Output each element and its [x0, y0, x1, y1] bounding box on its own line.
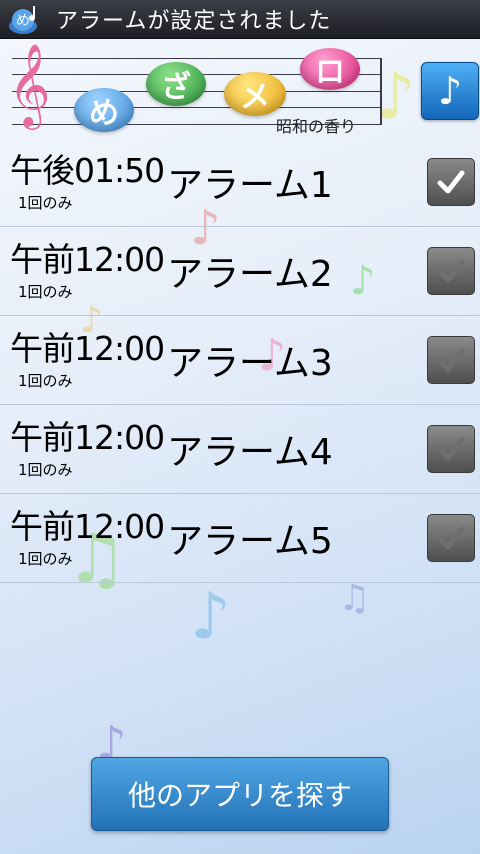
alarm-time: 午前12:00: [10, 418, 165, 457]
alarm-time: 午前12:00: [10, 507, 165, 546]
alarm-repeat: 1回のみ: [18, 194, 73, 212]
check-icon: [437, 170, 465, 194]
alarm-row[interactable]: 午前12:00 1回のみ アラーム3: [0, 316, 480, 405]
alarm-name: アラーム5: [167, 521, 333, 562]
alarm-enable-checkbox[interactable]: [427, 514, 475, 562]
music-note-icon: ♪: [437, 69, 463, 113]
alarm-time: 午前12:00: [10, 240, 165, 279]
music-note-icon: ♫: [338, 578, 371, 619]
music-button[interactable]: ♪: [421, 62, 479, 120]
app-header: 𝄞 め ざ メ ロ 昭和の香り ♪: [0, 38, 480, 138]
svg-text:め: め: [16, 13, 30, 29]
music-note-icon: ♪: [190, 580, 231, 654]
logo-char-me: め: [74, 88, 134, 132]
alarm-repeat: 1回のみ: [18, 372, 73, 390]
alarm-enable-checkbox[interactable]: [427, 336, 475, 384]
alarm-list: 午後01:50 1回のみ アラーム1 午前12:00 1回のみ アラーム2 午前…: [0, 138, 480, 583]
alarm-repeat: 1回のみ: [18, 461, 73, 479]
alarm-name: アラーム4: [167, 432, 333, 473]
title-bar: め アラームが設定されました: [0, 0, 480, 39]
check-icon: [437, 526, 465, 550]
check-icon: [437, 437, 465, 461]
alarm-repeat: 1回のみ: [18, 550, 73, 568]
alarm-enable-checkbox[interactable]: [427, 247, 475, 295]
logo-char-me-katakana: メ: [224, 72, 286, 116]
check-icon: [437, 259, 465, 283]
app-subtitle: 昭和の香り: [276, 117, 357, 136]
alarm-enable-checkbox[interactable]: [427, 158, 475, 206]
treble-clef-icon: 𝄞: [8, 42, 51, 126]
alarm-enable-checkbox[interactable]: [427, 425, 475, 473]
find-other-apps-button[interactable]: 他のアプリを探す: [91, 757, 389, 831]
alarm-repeat: 1回のみ: [18, 283, 73, 301]
alarm-row[interactable]: 午前12:00 1回のみ アラーム5: [0, 494, 480, 583]
alarm-row[interactable]: 午前12:00 1回のみ アラーム2: [0, 227, 480, 316]
alarm-time: 午前12:00: [10, 329, 165, 368]
alarm-time: 午後01:50: [10, 151, 165, 190]
alarm-name: アラーム1: [167, 165, 333, 206]
alarm-row[interactable]: 午前12:00 1回のみ アラーム4: [0, 405, 480, 494]
alarm-name: アラーム3: [167, 343, 333, 384]
logo-char-za: ざ: [146, 62, 206, 106]
dialog-title: アラームが設定されました: [56, 9, 332, 34]
check-icon: [437, 348, 465, 372]
alarm-row[interactable]: 午後01:50 1回のみ アラーム1: [0, 138, 480, 227]
app-logo-icon: め: [8, 2, 42, 36]
alarm-name: アラーム2: [167, 254, 333, 295]
logo-char-ro: ロ: [300, 48, 360, 90]
